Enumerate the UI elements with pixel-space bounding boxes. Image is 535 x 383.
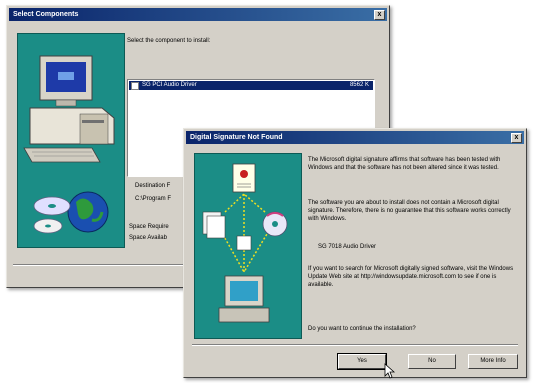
continue-question: Do you want to continue the installation… <box>308 326 416 332</box>
select-components-titlebar[interactable]: Select Components x <box>9 8 387 21</box>
signature-illustration-panel <box>194 153 302 339</box>
close-button[interactable]: x <box>374 10 385 20</box>
driver-name-label: SG 7018 Audio Driver <box>318 244 377 250</box>
signature-network-icon <box>202 163 288 323</box>
dialog-title: Digital Signature Not Found <box>190 134 283 141</box>
destination-path: C:\Program F <box>135 196 172 202</box>
no-button[interactable]: No <box>408 354 456 369</box>
space-available-label: Space Availab <box>129 235 167 241</box>
space-required-label: Space Require <box>129 224 169 230</box>
yes-button[interactable]: Yes <box>337 353 387 370</box>
list-item-label: SG PCI Audio Driver <box>142 82 197 88</box>
signature-explanation-text: The Microsoft digital signature affirms … <box>308 157 501 171</box>
destination-label: Destination F <box>135 183 171 189</box>
close-button[interactable]: x <box>511 133 522 143</box>
instruction-label: Select the component to install: <box>127 38 211 44</box>
checkbox-icon[interactable] <box>131 82 139 90</box>
signature-dialog-titlebar[interactable]: Digital Signature Not Found x <box>186 131 524 144</box>
windows-update-text: If you want to search for Microsoft digi… <box>308 266 514 288</box>
button-separator <box>192 344 518 346</box>
window-title: Select Components <box>13 11 79 18</box>
unsigned-warning-text: The software you are about to install do… <box>308 200 511 222</box>
setup-illustration-panel <box>17 33 125 248</box>
more-info-button[interactable]: More Info <box>468 354 518 369</box>
mouse-pointer-icon <box>384 363 396 379</box>
list-item-size: 8562 K <box>349 82 369 88</box>
list-item[interactable]: SG PCI Audio Driver 8562 K <box>129 81 373 90</box>
computer-illustration-icon <box>23 55 115 234</box>
digital-signature-dialog: Digital Signature Not Found x The Micros… <box>183 128 527 379</box>
